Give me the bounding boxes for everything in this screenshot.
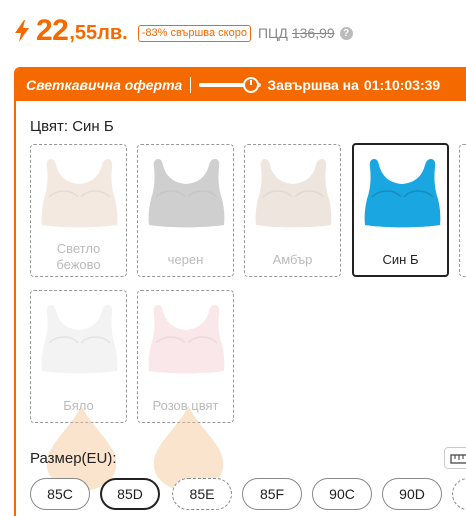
color-option-name: черен: [167, 252, 204, 267]
size-option-90c[interactable]: 90C: [312, 478, 372, 510]
color-option-name: Светло бежово: [56, 241, 101, 272]
product-image: [41, 305, 118, 374]
color-option-label: Син Б: [356, 252, 445, 268]
product-image: [255, 159, 332, 228]
flash-sale-bar: Светкавична оферта Завършва на 01:10:03:…: [16, 69, 466, 101]
flash-sale-title: Светкавична оферта: [26, 77, 183, 93]
color-swatch-amber[interactable]: Амбър: [244, 144, 341, 277]
color-label: Цвят: Син Б: [30, 118, 114, 135]
product-image: [148, 305, 225, 374]
countdown-timer: 01:10:03:39: [363, 77, 441, 93]
color-option-label: Светло бежово: [33, 241, 124, 273]
flash-sale-panel: Светкавична оферта Завършва на 01:10:03:…: [14, 67, 466, 516]
size-option-85e[interactable]: 85E: [172, 478, 232, 510]
color-option-name: Син Б: [382, 252, 419, 267]
color-swatch-more[interactable]: [459, 144, 466, 277]
flash-divider: [190, 77, 192, 93]
rrp-value: 136,99: [291, 25, 335, 41]
size-option-85d[interactable]: 85D: [100, 478, 160, 510]
color-option-name: Амбър: [272, 252, 313, 267]
size-label: Размер(EU):: [30, 450, 117, 467]
product-image: [364, 159, 441, 228]
color-option-label: Бяло: [33, 398, 124, 491]
discount-badge: -83% свършва скоро: [137, 24, 251, 42]
price-decimal-currency: ,55лв.: [69, 21, 128, 44]
color-swatch-light-beige[interactable]: Светло бежово: [30, 144, 127, 277]
color-swatch-black[interactable]: черен: [137, 144, 234, 277]
size-option-85c[interactable]: 85C: [30, 478, 90, 510]
help-icon[interactable]: ?: [339, 26, 353, 40]
size-option-90d[interactable]: 90D: [382, 478, 442, 510]
size-guide-icon[interactable]: [444, 447, 466, 469]
color-swatch-white[interactable]: Бяло: [30, 290, 127, 491]
size-option-more[interactable]: [452, 478, 466, 510]
price-row: 22 ,55лв. -83% свършва скоро ПЦД 136,99 …: [14, 14, 353, 48]
price-integer: 22: [36, 14, 69, 47]
clock-icon: [243, 77, 260, 93]
flash-ends-label: Завършва на: [267, 77, 359, 93]
color-option-label: Розов цвят: [140, 398, 231, 491]
color-swatch-pink[interactable]: Розов цвят: [137, 290, 234, 491]
product-image: [148, 159, 225, 228]
color-option-label: черен: [140, 252, 231, 268]
size-option-85f[interactable]: 85F: [242, 478, 302, 510]
product-image: [41, 159, 118, 228]
rrp-label: ПЦД: [257, 25, 288, 41]
lightning-bolt-icon: [15, 20, 29, 42]
color-swatch-blue[interactable]: Син Б: [352, 143, 449, 277]
flash-progress-bar: [199, 77, 262, 93]
color-option-label: Амбър: [247, 252, 338, 268]
